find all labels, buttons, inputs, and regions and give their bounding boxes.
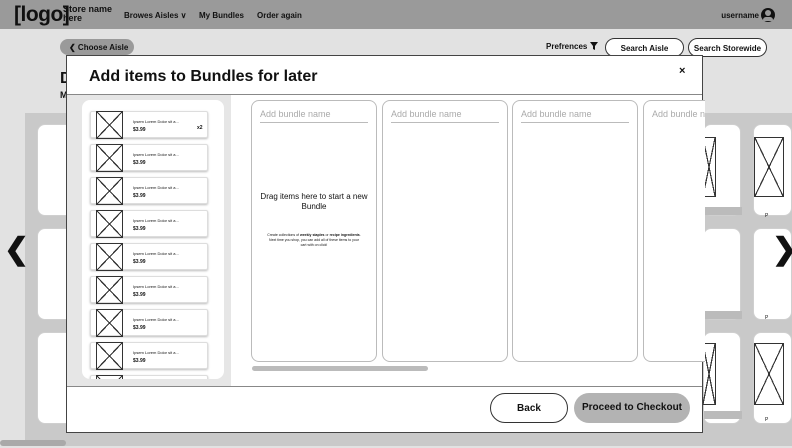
nav-order-again[interactable]: Order again: [257, 11, 302, 20]
product-label: P: [765, 213, 769, 219]
item-name: Ipsem Lorem Dolor sit a...: [133, 350, 179, 355]
bundle-name-input[interactable]: Add bundle name: [652, 109, 705, 122]
product-image-placeholder: [96, 243, 123, 271]
funnel-icon: [589, 42, 598, 50]
nav-browse-aisles[interactable]: Browes Aisles ∨: [124, 11, 186, 20]
item-name: Ipsem Lorem Dolor sit a...: [133, 317, 179, 322]
close-icon[interactable]: ×: [679, 65, 685, 77]
item-price: $3.99: [133, 358, 146, 364]
username[interactable]: username: [721, 11, 759, 20]
top-navigation-bar: [0, 0, 792, 29]
product-label: P: [765, 315, 769, 321]
item-name: Ipsem Lorem Dolor sit a...: [133, 119, 179, 124]
list-item[interactable]: Ipsem Lorem Dolor sit a... $3.99: [90, 144, 208, 172]
modal-title: Add items to Bundles for later: [89, 68, 318, 85]
bundle-column[interactable]: Add bundle name: [512, 100, 638, 362]
item-price: $3.99: [133, 292, 146, 298]
list-item[interactable]: Ipsem Lorem Dolor sit a... $3.99: [90, 243, 208, 271]
product-card[interactable]: [703, 228, 742, 320]
item-name: Ipsem Lorem Dolor sit a...: [133, 284, 179, 289]
chevron-right-icon[interactable]: ❯: [772, 232, 792, 267]
list-item[interactable]: Ipsem Lorem Dolor sit a... $3.99 x2: [90, 111, 208, 139]
logo[interactable]: [logo]: [14, 3, 70, 27]
drag-instructions: Drag items here to start a new Bundle: [260, 192, 368, 211]
horizontal-scrollbar[interactable]: [0, 440, 66, 446]
bundle-name-input[interactable]: Add bundle name: [391, 109, 499, 123]
divider: [67, 386, 702, 387]
list-item[interactable]: Ipsem Lorem Dolor sit a... $3.99: [90, 276, 208, 304]
preferences-label: Prefrences: [546, 42, 588, 51]
product-card[interactable]: P: [753, 332, 792, 424]
product-image-placeholder: [96, 177, 123, 205]
product-image-placeholder: [96, 342, 123, 370]
item-quantity: x2: [197, 125, 203, 131]
item-price: $3.99: [133, 226, 146, 232]
product-image-placeholder: [96, 309, 123, 337]
list-item-partial[interactable]: [90, 375, 208, 379]
horizontal-scrollbar[interactable]: [252, 366, 428, 371]
back-button[interactable]: Back: [490, 393, 568, 423]
product-card[interactable]: [702, 332, 742, 424]
bundle-column[interactable]: Add bundle name Drag items here to start…: [251, 100, 377, 362]
product-card[interactable]: P: [753, 124, 792, 219]
item-price: $3.99: [133, 127, 146, 133]
nav-my-bundles[interactable]: My Bundles: [199, 11, 244, 20]
product-image-placeholder: [96, 210, 123, 238]
add-to-bundles-modal: Add items to Bundles for later × Ipsem L…: [66, 55, 705, 433]
list-item[interactable]: Ipsem Lorem Dolor sit a... $3.99: [90, 309, 208, 337]
chevron-left-icon[interactable]: ❮: [4, 232, 29, 267]
item-name: Ipsem Lorem Dolor sit a...: [133, 218, 179, 223]
bundle-hint-text: Create collections of weekly staples or …: [267, 233, 361, 247]
item-name: Ipsem Lorem Dolor sit a...: [133, 152, 179, 157]
product-image-placeholder: [96, 144, 123, 172]
product-card[interactable]: [702, 124, 742, 216]
list-item[interactable]: Ipsem Lorem Dolor sit a... $3.99: [90, 177, 208, 205]
item-name: Ipsem Lorem Dolor sit a...: [133, 251, 179, 256]
list-item[interactable]: Ipsem Lorem Dolor sit a... $3.99: [90, 342, 208, 370]
product-image-placeholder: [96, 276, 123, 304]
preferences-button[interactable]: Prefrences: [546, 42, 598, 51]
product-label: P: [765, 417, 769, 423]
list-item[interactable]: Ipsem Lorem Dolor sit a... $3.99: [90, 210, 208, 238]
item-list[interactable]: Ipsem Lorem Dolor sit a... $3.99 x2 Ipse…: [82, 100, 224, 379]
bundle-name-input[interactable]: Add bundle name: [521, 109, 629, 123]
bundle-column-partial[interactable]: Add bundle name: [643, 100, 705, 362]
product-image-placeholder: [96, 111, 123, 139]
item-price: $3.99: [133, 160, 146, 166]
bundle-name-input[interactable]: Add bundle name: [260, 109, 368, 123]
store-name: Store name here: [63, 4, 113, 23]
proceed-to-checkout-button[interactable]: Proceed to Checkout: [574, 393, 690, 423]
item-list-panel: Ipsem Lorem Dolor sit a... $3.99 x2 Ipse…: [67, 95, 231, 386]
item-price: $3.99: [133, 325, 146, 331]
bundle-column[interactable]: Add bundle name: [382, 100, 508, 362]
item-price: $3.99: [133, 193, 146, 199]
item-name: Ipsem Lorem Dolor sit a...: [133, 185, 179, 190]
choose-aisle-button[interactable]: ❮ Choose Aisle: [60, 39, 134, 55]
user-circle-icon[interactable]: [761, 8, 775, 22]
item-price: $3.99: [133, 259, 146, 265]
product-image-placeholder: [96, 375, 123, 379]
